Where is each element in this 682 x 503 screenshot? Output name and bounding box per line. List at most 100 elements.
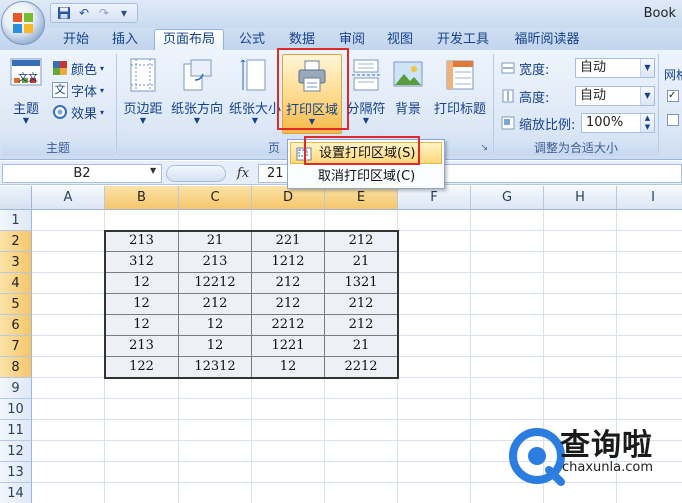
row-header-8[interactable]: 8 [0, 357, 32, 378]
width-combobox[interactable]: 自动 ▼ [575, 58, 655, 78]
tab-insert[interactable]: 插入 [105, 30, 145, 50]
row-header-1[interactable]: 1 [0, 210, 32, 231]
column-header-i[interactable]: I [617, 186, 682, 210]
tab-formulas[interactable]: 公式 [232, 30, 272, 50]
margins-label: 页边距 [123, 102, 163, 117]
theme-colors-button[interactable]: 颜色 ▾ [52, 58, 104, 78]
size-button[interactable]: 纸张大小 ▼ [227, 54, 283, 134]
height-value: 自动 [580, 88, 607, 103]
watermark-url: chaxunla.com [562, 460, 653, 475]
scale-label: 缩放比例: [519, 117, 576, 133]
tab-developer[interactable]: 开发工具 [430, 30, 496, 50]
print-area-highlight [277, 48, 349, 130]
redo-icon[interactable]: ↷ [95, 5, 113, 21]
row-header-3[interactable]: 3 [0, 252, 32, 273]
group-separator [493, 54, 494, 154]
insert-function-icon[interactable]: fx [230, 164, 256, 183]
breaks-label: 分隔符 [346, 102, 386, 117]
tab-home[interactable]: 开始 [56, 30, 96, 50]
title-bar: ↶ ↷ ▾ Book [0, 0, 682, 28]
orientation-icon [183, 59, 212, 91]
font-icon: 文 [52, 82, 68, 98]
orientation-button[interactable]: 纸张方向 ▼ [168, 54, 226, 134]
tab-page-layout[interactable]: 页面布局 [154, 29, 224, 51]
page-break-icon [352, 59, 380, 91]
watermark-text: 查询啦 [560, 428, 653, 463]
row-header-9[interactable]: 9 [0, 378, 32, 399]
chevron-down-icon[interactable]: ▼ [150, 166, 156, 175]
row-header-4[interactable]: 4 [0, 273, 32, 294]
quick-access-toolbar: ↶ ↷ ▾ [50, 3, 138, 23]
gridlines-label: 网格 [664, 68, 682, 82]
chevron-down-icon[interactable]: ▼ [640, 87, 654, 105]
spinner-arrows-icon[interactable]: ▲ ▼ [640, 114, 654, 132]
dialog-launcher-icon[interactable]: ↘ [480, 140, 488, 156]
breaks-button[interactable]: 分隔符 ▼ [343, 54, 389, 134]
office-logo-icon [13, 13, 33, 33]
column-header-f[interactable]: F [398, 186, 471, 210]
select-all-corner[interactable] [0, 186, 32, 210]
palette-icon [53, 61, 67, 75]
height-label: 高度: [519, 90, 550, 106]
theme-fonts-button[interactable]: 文 字体 ▾ [52, 80, 104, 100]
tab-review[interactable]: 审阅 [332, 30, 372, 50]
width-value: 自动 [580, 60, 607, 75]
paper-size-icon [240, 59, 266, 91]
column-header-d[interactable]: D [252, 186, 325, 210]
row-header-11[interactable]: 11 [0, 420, 32, 441]
chevron-down-icon[interactable]: ▼ [640, 59, 654, 77]
row-header-12[interactable]: 12 [0, 441, 32, 462]
themes-icon-text: 文文 [18, 73, 38, 84]
save-icon[interactable] [55, 5, 73, 21]
height-combobox[interactable]: 自动 ▼ [575, 86, 655, 106]
tab-foxit-reader[interactable]: 福昕阅读器 [506, 30, 588, 50]
gridline-horizontal [32, 398, 682, 399]
row-header-6[interactable]: 6 [0, 315, 32, 336]
theme-fonts-label: 字体 [71, 84, 98, 100]
print-titles-button[interactable]: 打印标题 [428, 54, 492, 134]
formula-bar-resize-handle[interactable] [166, 165, 226, 182]
theme-effects-label: 效果 [71, 106, 98, 122]
width-label: 宽度: [519, 62, 550, 78]
background-button[interactable]: 背景 [389, 54, 427, 134]
column-header-a[interactable]: A [32, 186, 105, 210]
background-label: 背景 [394, 102, 421, 117]
row-header-13[interactable]: 13 [0, 462, 32, 483]
themes-button[interactable]: 文文 主题 ▼ [4, 54, 48, 134]
ribbon-tabs: 开始 插入 页面布局 公式 数据 审阅 视图 开发工具 福昕阅读器 [0, 28, 682, 51]
column-header-h[interactable]: H [544, 186, 617, 210]
office-button[interactable] [1, 1, 45, 45]
theme-colors-label: 颜色 [71, 62, 98, 78]
orientation-label: 纸张方向 [170, 102, 223, 117]
tab-view[interactable]: 视图 [380, 30, 420, 50]
row-header-14[interactable]: 14 [0, 483, 32, 503]
scale-to-fit-group-label: 调整为合适大小 [495, 140, 657, 156]
undo-icon[interactable]: ↶ [75, 5, 93, 21]
row-header-10[interactable]: 10 [0, 399, 32, 420]
column-header-b[interactable]: B [105, 186, 179, 210]
row-header-7[interactable]: 7 [0, 336, 32, 357]
set-print-area-highlight [304, 136, 420, 165]
column-header-e[interactable]: E [325, 186, 398, 210]
window-title: Book [643, 6, 676, 21]
column-header-c[interactable]: C [179, 186, 252, 210]
column-header-g[interactable]: G [471, 186, 544, 210]
clear-print-area-item[interactable]: 取消打印区域(C) [290, 166, 442, 188]
scale-spinner[interactable]: 100% ▲ ▼ [581, 113, 655, 133]
name-box[interactable]: B2 [2, 164, 162, 183]
size-label: 纸张大小 [228, 102, 281, 117]
customize-qat-icon[interactable]: ▾ [115, 5, 133, 21]
print-titles-label: 打印标题 [433, 102, 486, 117]
scale-label-group: 缩放比例: [500, 113, 575, 133]
tab-data[interactable]: 数据 [282, 30, 322, 50]
row-header-2[interactable]: 2 [0, 231, 32, 252]
gridlines-print-checkbox[interactable] [667, 114, 679, 126]
scale-value: 100% [586, 115, 624, 130]
row-header-5[interactable]: 5 [0, 294, 32, 315]
chevron-down-icon: ▼ [22, 116, 30, 125]
chevron-down-icon: ▼ [193, 116, 201, 125]
gridlines-view-checkbox[interactable]: ✓ [667, 90, 679, 102]
selected-range-border [104, 230, 399, 379]
margins-button[interactable]: 页边距 ▼ [120, 54, 166, 134]
theme-effects-button[interactable]: 效果 ▾ [52, 102, 104, 122]
